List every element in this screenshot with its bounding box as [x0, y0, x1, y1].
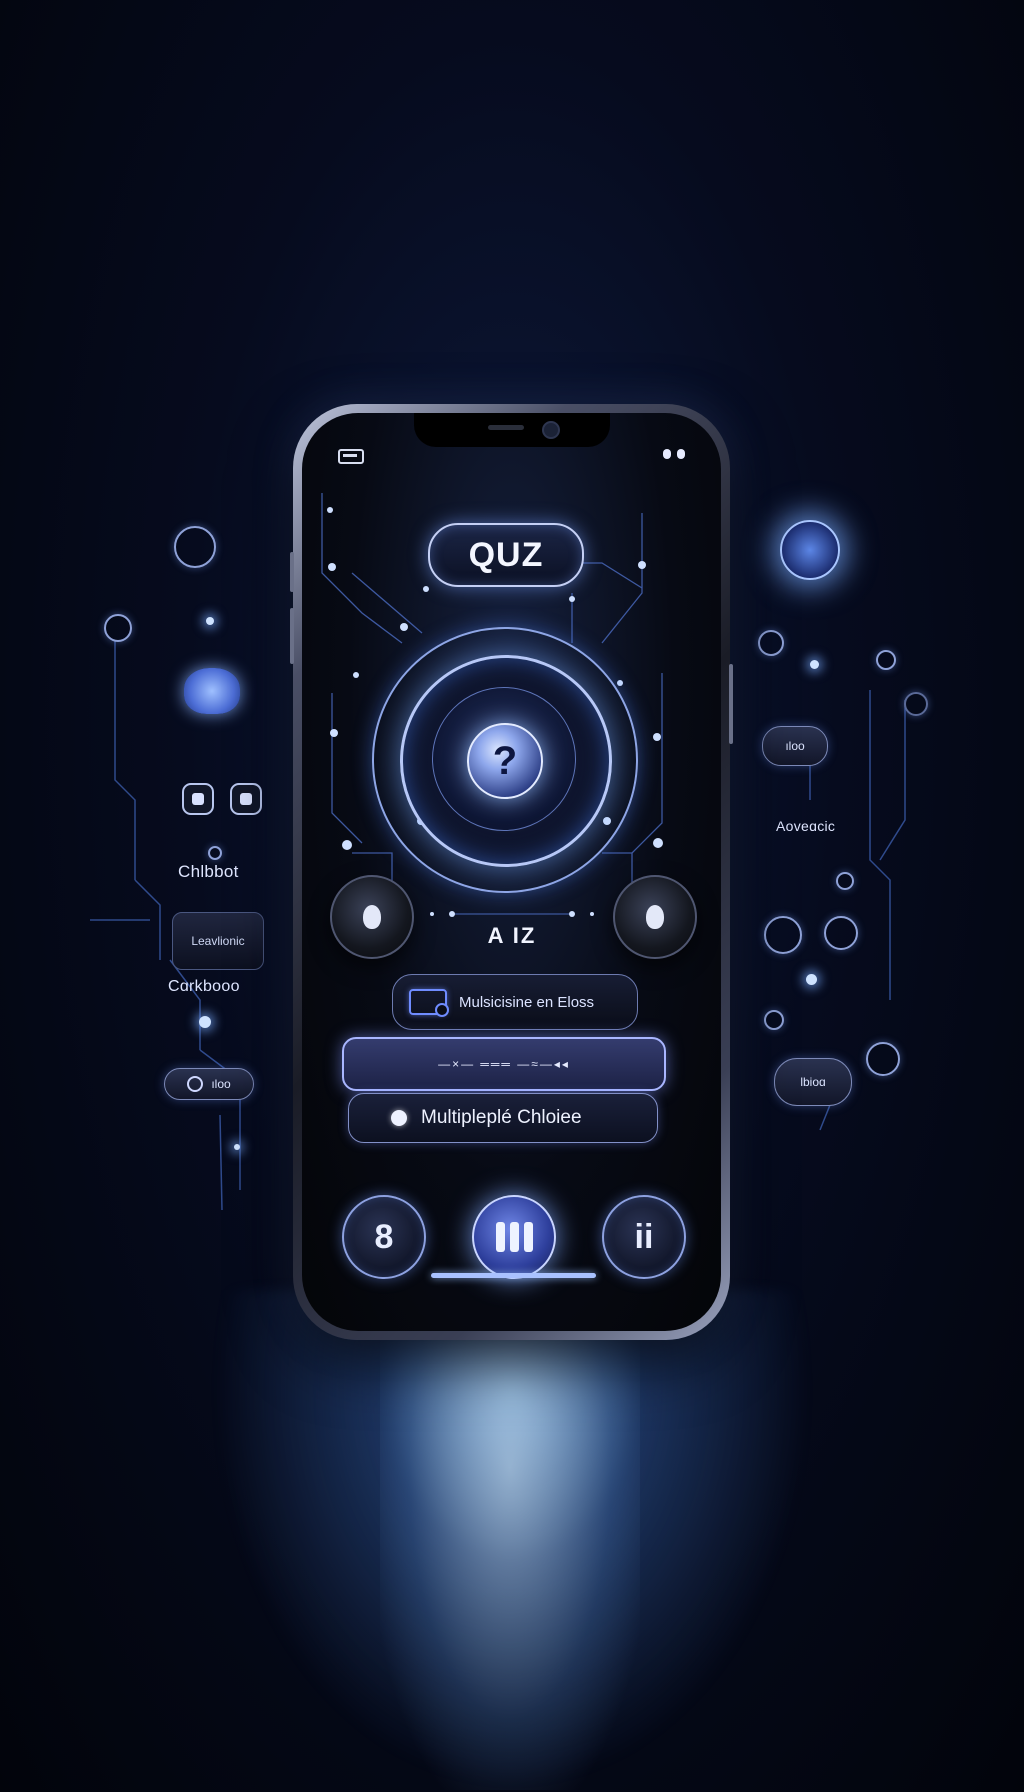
right-ring-icon-6: [866, 1042, 900, 1076]
answer-option-1-label: Mulsicisine en Eloss: [459, 993, 595, 1011]
right-chip-bottom[interactable]: lbioɑ: [774, 1058, 852, 1106]
bulb-icon: [646, 905, 664, 929]
brain-icon: [184, 668, 240, 714]
fingerprint-icon: [764, 916, 802, 954]
answer-option-1[interactable]: Mulsicisine en Eloss: [392, 974, 638, 1030]
phone-screen: QUZ ? A IZ Mulsicisine en Eloss —×— ═══ …: [302, 413, 721, 1331]
answer-option-3-label: Multipleplé Chloiee: [421, 1107, 582, 1128]
nav-center-button[interactable]: [472, 1195, 556, 1279]
section-label: A IZ: [487, 923, 537, 948]
left-chatbot-label: Chlbbot: [178, 862, 239, 881]
nav-right-symbol: ii: [634, 1217, 654, 1256]
left-square-icon-2[interactable]: [230, 783, 262, 815]
question-button[interactable]: ?: [467, 723, 543, 799]
glow-dot: [199, 1016, 211, 1028]
right-ring-icon-3: [904, 692, 928, 716]
phone-frame: QUZ ? A IZ Mulsicisine en Eloss —×— ═══ …: [290, 404, 733, 1340]
right-chip-top[interactable]: ıloo: [762, 726, 828, 766]
volume-up-button[interactable]: [290, 552, 294, 592]
left-bottom-label: Cɑrkbooo: [168, 978, 240, 995]
volume-down-button[interactable]: [290, 608, 294, 664]
glow-dot: [234, 1144, 240, 1150]
right-ring-icon-5: [764, 1010, 784, 1030]
bars-icon: [495, 1222, 533, 1252]
left-chip-label: ıloo: [211, 1077, 231, 1091]
card-icon: [409, 989, 449, 1017]
answer-option-3[interactable]: Multipleplé Chloiee: [348, 1093, 658, 1143]
right-ring-icon-4: [836, 872, 854, 890]
target-icon: [824, 916, 858, 950]
glow-dot: [206, 617, 214, 625]
right-side-label: Aoveɑcic: [776, 818, 836, 834]
left-tiny-ring: [208, 846, 222, 860]
chip-ring-icon: [187, 1076, 204, 1092]
right-ring-icon-1: [758, 630, 784, 656]
dot-indicator-line: [430, 911, 594, 917]
left-ring-icon: [174, 526, 216, 568]
answer-option-2-selected[interactable]: —×— ═══ —≈—◂◂: [342, 1037, 666, 1091]
radio-icon: [391, 1110, 407, 1126]
right-orb-button[interactable]: [613, 875, 697, 959]
nav-right-button[interactable]: ii: [602, 1195, 686, 1279]
glow-dot: [810, 660, 819, 669]
nav-left-button[interactable]: 8: [342, 1195, 426, 1279]
answer-option-2-label: —×— ═══ —≈—◂◂: [438, 1057, 570, 1071]
left-toggle-chip[interactable]: ıloo: [164, 1068, 254, 1100]
quiz-title-badge: QUZ: [428, 523, 584, 587]
nav-left-symbol: 8: [374, 1217, 394, 1256]
left-info-box[interactable]: Leavlionic: [172, 912, 264, 970]
power-button[interactable]: [729, 664, 733, 744]
glow-dot: [806, 974, 817, 985]
home-indicator[interactable]: [431, 1273, 596, 1278]
right-ring-icon-2: [876, 650, 896, 670]
bulb-icon: [363, 905, 381, 929]
left-square-icon-1[interactable]: [182, 783, 214, 815]
right-orb-icon: [780, 520, 840, 580]
left-small-ring-icon: [104, 614, 132, 642]
left-orb-button[interactable]: [330, 875, 414, 959]
